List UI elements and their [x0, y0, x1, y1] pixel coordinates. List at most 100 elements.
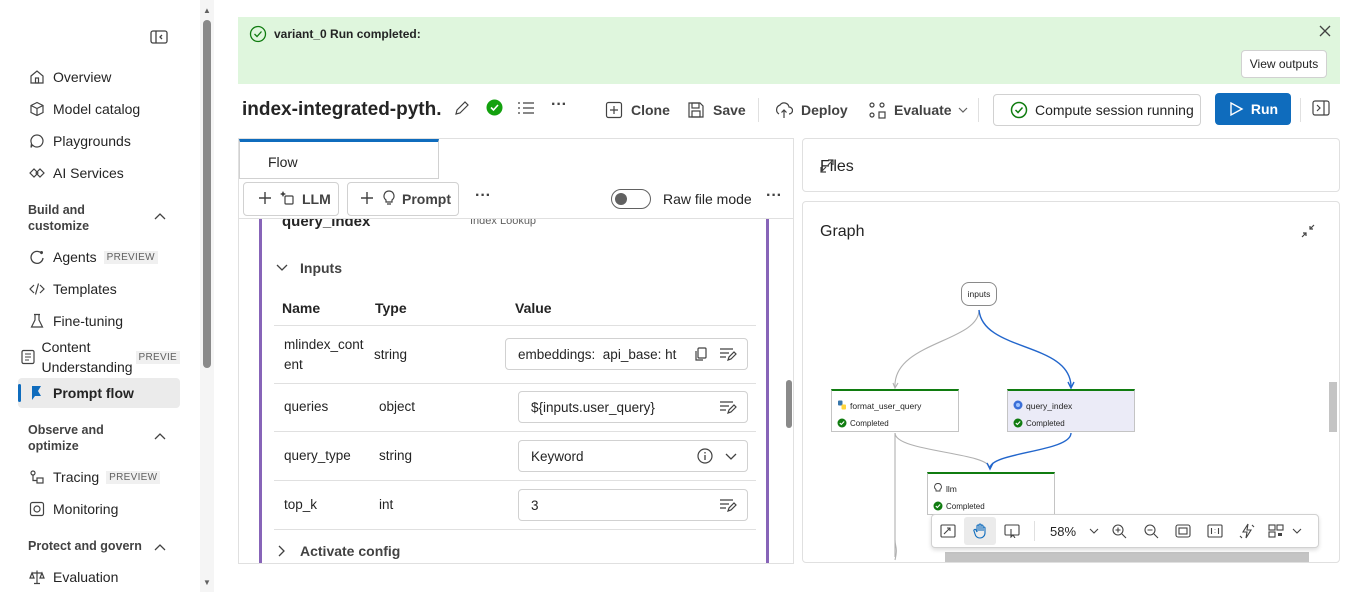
cube-icon	[26, 98, 48, 120]
toolbar-divider	[758, 98, 759, 122]
input-type: string	[379, 448, 413, 463]
clone-label: Clone	[631, 102, 670, 118]
graph-scrollbar-horizontal[interactable]	[945, 552, 1309, 562]
tab-flow[interactable]: Flow	[239, 139, 439, 179]
evaluate-button[interactable]: Evaluate	[868, 96, 976, 124]
sidebar-item-templates[interactable]: Templates	[18, 274, 180, 304]
chat-icon	[26, 130, 48, 152]
edit-text-icon[interactable]	[719, 400, 737, 417]
preview-badge: PREVIEW	[106, 470, 161, 484]
section-protect-govern[interactable]: Protect and govern	[28, 538, 178, 554]
auto-layout-icon[interactable]	[1231, 517, 1263, 545]
edit-icon[interactable]	[453, 99, 471, 120]
mlindex-content-field[interactable]: embeddings: api_base: ht	[505, 338, 748, 370]
activate-config-toggle[interactable]: Activate config	[278, 543, 400, 559]
sidebar-item-content-understanding[interactable]: Content Understanding PREVIE	[18, 338, 180, 376]
scrollbar-thumb[interactable]	[203, 20, 211, 368]
zoom-out-icon[interactable]	[1135, 517, 1167, 545]
edit-text-icon[interactable]	[719, 347, 737, 364]
sidebar-item-overview[interactable]: Overview	[18, 62, 180, 92]
collapse-sidebar-icon[interactable]	[150, 29, 168, 48]
node-status: Completed	[1026, 419, 1065, 428]
raw-file-mode-toggle[interactable]	[611, 189, 651, 209]
scale-icon	[26, 566, 48, 588]
query-type-select[interactable]: Keyword	[518, 440, 748, 472]
chevron-up-icon	[154, 428, 166, 444]
sidebar-item-fine-tuning[interactable]: Fine-tuning	[18, 306, 180, 336]
zoom-in-icon[interactable]	[1103, 517, 1135, 545]
more-options-icon[interactable]: ···	[551, 96, 567, 114]
sidebar-scrollbar[interactable]: ▲ ▼	[200, 0, 214, 592]
graph-node-query-index[interactable]: query_index Completed	[1007, 389, 1135, 432]
input-type: object	[379, 399, 416, 414]
save-button[interactable]: Save	[687, 96, 746, 124]
chevron-down-icon[interactable]	[1085, 517, 1103, 545]
lightbulb-icon	[933, 483, 943, 495]
sidebar-item-monitoring[interactable]: Monitoring	[18, 494, 180, 524]
sidebar-item-prompt-flow[interactable]: Prompt flow	[18, 378, 180, 408]
sidebar-item-playgrounds[interactable]: Playgrounds	[18, 126, 180, 156]
node-name: query_index	[1026, 401, 1073, 411]
scroll-up-icon[interactable]: ▲	[203, 6, 211, 15]
add-prompt-button[interactable]: Prompt	[347, 182, 459, 216]
sidebar-item-label: Prompt flow	[53, 385, 134, 401]
flow-editor-panel: Flow LLM Prompt ··· Raw file mode ··· qu…	[238, 138, 794, 564]
sidebar-item-label: Playgrounds	[53, 133, 131, 149]
run-completed-banner: variant_0 Run completed: View outputs	[238, 17, 1340, 84]
sidebar-item-tracing[interactable]: Tracing PREVIEW	[18, 462, 180, 492]
view-outputs-button[interactable]: View outputs	[1241, 50, 1327, 78]
add-llm-button[interactable]: LLM	[243, 182, 339, 216]
more-options-icon[interactable]: ···	[766, 187, 782, 205]
sidebar: Overview Model catalog Playgrounds AI Se…	[0, 0, 200, 592]
fit-view-icon[interactable]	[1167, 517, 1199, 545]
select-icon[interactable]	[996, 517, 1028, 545]
editor-scrollbar[interactable]	[786, 380, 792, 428]
zoom-level[interactable]: 58%	[1041, 524, 1085, 539]
section-label: Observe and optimize	[28, 423, 104, 453]
info-icon[interactable]	[697, 448, 713, 467]
minimap-icon[interactable]	[932, 517, 964, 545]
graph-scrollbar-vertical[interactable]	[1329, 382, 1337, 432]
deploy-button[interactable]: Deploy	[775, 96, 848, 124]
input-name-query-type: query_type	[284, 448, 351, 463]
preview-badge: PREVIE	[135, 350, 180, 364]
section-observe-optimize[interactable]: Observe and optimize	[28, 422, 178, 454]
preview-badge: PREVIEW	[103, 250, 158, 264]
chevron-down-icon[interactable]	[725, 448, 737, 467]
panel-toggle-icon[interactable]	[1312, 100, 1330, 119]
section-build-customize[interactable]: Build and customize	[28, 202, 178, 234]
actual-size-icon[interactable]	[1199, 517, 1231, 545]
raw-file-mode-label: Raw file mode	[663, 191, 752, 207]
code-icon	[26, 278, 48, 300]
graph-node-llm[interactable]: llm Completed	[927, 472, 1055, 515]
llm-label: LLM	[302, 191, 331, 207]
sidebar-item-agents[interactable]: Agents PREVIEW	[18, 242, 180, 272]
graph-node-inputs[interactable]: inputs	[961, 282, 997, 306]
expand-icon[interactable]	[820, 159, 1315, 178]
compute-session-button[interactable]: Compute session running	[993, 94, 1201, 126]
pan-hand-icon[interactable]	[964, 517, 996, 545]
sidebar-item-label: Fine-tuning	[53, 313, 124, 329]
status-ok-icon	[486, 99, 503, 119]
more-options-icon[interactable]: ···	[475, 187, 491, 205]
queries-field[interactable]: ${inputs.user_query}	[518, 391, 748, 423]
edit-text-icon[interactable]	[719, 498, 737, 515]
sidebar-item-model-catalog[interactable]: Model catalog	[18, 94, 180, 124]
copy-icon[interactable]	[695, 347, 709, 364]
sidebar-item-evaluation[interactable]: Evaluation	[18, 562, 180, 592]
list-icon[interactable]	[517, 100, 535, 119]
view-options-icon[interactable]	[1263, 517, 1307, 545]
top-k-field[interactable]: 3	[518, 489, 748, 521]
input-name-mlindex-content: mlindex_cont ent	[284, 337, 364, 372]
clone-button[interactable]: Clone	[605, 96, 670, 124]
node-name: format_user_query	[850, 401, 922, 411]
plus-icon	[258, 191, 272, 208]
run-button[interactable]: Run	[1215, 93, 1291, 125]
sidebar-item-ai-services[interactable]: AI Services	[18, 158, 180, 188]
graph-node-format-user-query[interactable]: format_user_query Completed	[831, 389, 959, 432]
save-icon	[688, 102, 704, 118]
inputs-section-toggle[interactable]: Inputs	[276, 260, 342, 276]
zoom-divider	[1034, 521, 1035, 541]
scroll-down-icon[interactable]: ▼	[203, 578, 211, 587]
close-icon[interactable]	[1319, 24, 1331, 42]
